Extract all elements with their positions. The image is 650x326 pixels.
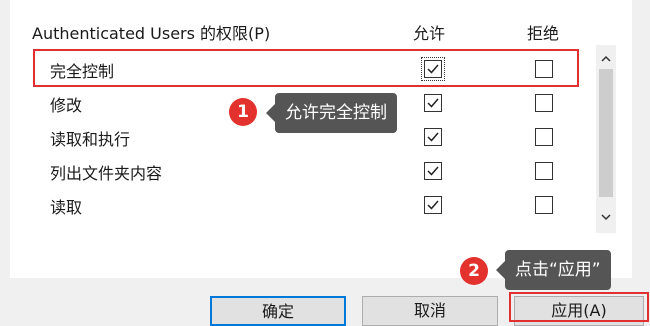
permission-name: 列出文件夹内容 <box>50 164 163 183</box>
step-2-badge: 2 <box>460 257 488 285</box>
checkmark-icon <box>427 98 439 108</box>
permission-name: 修改 <box>50 96 83 115</box>
chevron-down-icon[interactable] <box>600 211 612 223</box>
column-header-deny: 拒绝 <box>527 24 560 43</box>
deny-checkbox-read-execute[interactable] <box>535 128 553 146</box>
permission-name: 读取和执行 <box>50 130 131 149</box>
cancel-button[interactable]: 取消 <box>362 296 498 326</box>
checkmark-icon <box>427 132 439 142</box>
ok-button[interactable]: 确定 <box>210 296 346 326</box>
deny-checkbox-read[interactable] <box>535 196 553 214</box>
permission-row-write[interactable]: 写入 <box>24 222 592 233</box>
checkmark-icon <box>427 166 439 176</box>
allow-checkbox-read[interactable] <box>424 196 442 214</box>
deny-checkbox-modify[interactable] <box>535 94 553 112</box>
chevron-up-icon[interactable] <box>600 53 612 65</box>
checkmark-icon <box>427 200 439 210</box>
highlight-full-control <box>33 49 579 87</box>
permission-name: 写入 <box>50 228 82 233</box>
permission-row-list-folder[interactable]: 列出文件夹内容 <box>24 154 592 188</box>
column-header-allow: 允许 <box>413 24 446 43</box>
step-1-tooltip: 允许完全控制 <box>266 93 397 133</box>
allow-checkbox-list-folder[interactable] <box>424 162 442 180</box>
permissions-header-label: Authenticated Users 的权限(P) <box>32 24 271 43</box>
permission-row-read[interactable]: 读取 <box>24 188 592 222</box>
allow-checkbox-modify[interactable] <box>424 94 442 112</box>
step-1-badge: 1 <box>229 98 257 126</box>
permission-name: 读取 <box>50 198 83 217</box>
step-2-tooltip: 点击“应用” <box>496 250 611 290</box>
allow-checkbox-read-execute[interactable] <box>424 128 442 146</box>
deny-checkbox-list-folder[interactable] <box>535 162 553 180</box>
list-scrollbar[interactable] <box>596 45 616 233</box>
scrollbar-thumb[interactable] <box>599 69 613 197</box>
